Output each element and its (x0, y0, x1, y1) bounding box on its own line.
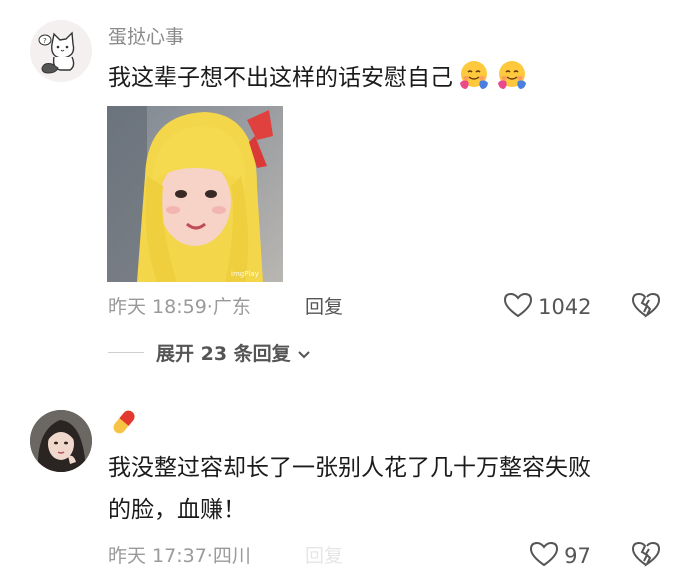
location: 广东 (212, 296, 251, 318)
broken-heart-icon (631, 541, 661, 571)
like-count: 97 (564, 544, 591, 568)
svg-text:imgPlay: imgPlay (231, 270, 259, 278)
chevron-down-icon (297, 343, 311, 365)
comment-text-line-1: 我没整过容却长了一张别人花了几十万整容失败 (108, 455, 591, 481)
avatar-girl[interactable] (30, 410, 92, 472)
heart-icon (503, 292, 533, 322)
hugging-face-icon (457, 59, 491, 91)
watermark-overlay (286, 543, 406, 569)
comment-meta: 昨天 18:59·广东 (108, 292, 251, 319)
broken-heart-icon (631, 292, 661, 322)
like-button[interactable]: 1042 (503, 292, 592, 322)
girl-portrait-icon (30, 410, 92, 472)
comment-text: 我这辈子想不出这样的话安慰自己 (108, 58, 529, 98)
hugging-face-icon (495, 59, 529, 91)
comment-meta: 昨天 17:37·四川 (108, 541, 251, 568)
attached-photo[interactable]: imgPlay (107, 106, 283, 282)
comment-text-line-2: 的脸，血赚！ (108, 497, 246, 523)
timestamp: 昨天 17:37 (108, 545, 207, 567)
reply-button[interactable]: 回复 (305, 292, 343, 319)
expand-divider-line (108, 352, 144, 353)
blonde-wig-portrait-image: imgPlay (107, 106, 283, 282)
username[interactable]: 蛋挞心事 (108, 22, 184, 49)
like-count: 1042 (538, 295, 592, 319)
expand-replies-button[interactable]: 展开 23 条回复 (156, 339, 311, 366)
dislike-button[interactable] (631, 292, 661, 322)
timestamp: 昨天 18:59 (108, 296, 207, 318)
pill-icon (109, 407, 139, 441)
cat-drawing-icon: ? (30, 20, 92, 82)
heart-icon (529, 541, 559, 571)
like-button[interactable]: 97 (529, 541, 591, 571)
svg-text:?: ? (43, 37, 47, 45)
dislike-button[interactable] (631, 541, 661, 571)
avatar-cat[interactable]: ? (30, 20, 92, 82)
comment-text-content: 我这辈子想不出这样的话安慰自己 (108, 65, 453, 91)
expand-replies-label: 展开 23 条回复 (156, 343, 291, 365)
location: 四川 (212, 545, 251, 567)
